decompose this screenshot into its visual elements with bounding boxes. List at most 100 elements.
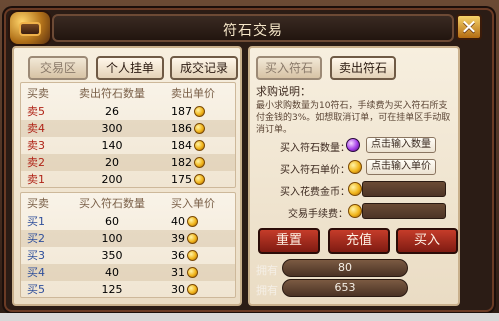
- gold-coin-icon: [348, 204, 362, 218]
- instructions-text: 最小求购数量为10符石，手续费为买入符石所支付金钱的3%。如想取消订单，可在挂单…: [256, 101, 451, 135]
- table-row[interactable]: 卖1 200 175: [21, 171, 235, 187]
- row-side: 买2: [27, 232, 45, 245]
- header-side: 买卖: [27, 87, 49, 100]
- fee-field: [362, 203, 446, 219]
- buy-qty-input-button[interactable]: 点击输入数量: [366, 137, 436, 153]
- buy-button[interactable]: 买入: [396, 228, 458, 254]
- row-qty: 140: [101, 139, 123, 152]
- row-price: 36: [171, 247, 221, 264]
- tab-personal-orders[interactable]: 个人挂单: [96, 56, 164, 80]
- table-row[interactable]: 卖3 140 184: [21, 137, 235, 154]
- header-price: 卖出单价: [171, 87, 215, 100]
- gold-coin-icon: [187, 284, 198, 295]
- row-side: 买5: [27, 283, 45, 296]
- cost-field: [362, 181, 446, 197]
- close-icon: ✕: [460, 15, 478, 39]
- gold-coin-icon: [194, 106, 205, 117]
- row-qty: 60: [105, 215, 119, 228]
- owned-runestones-value: 80: [338, 261, 352, 274]
- buy-qty-label: 买入符石数量：: [280, 143, 350, 154]
- price-value: 31: [171, 266, 185, 279]
- price-value: 36: [171, 249, 185, 262]
- row-price: 187: [171, 103, 221, 120]
- row-side: 卖3: [27, 139, 45, 152]
- row-qty: 200: [101, 173, 123, 186]
- price-value: 30: [171, 283, 185, 296]
- treasure-chest-icon: [8, 10, 52, 46]
- price-value: 40: [171, 215, 185, 228]
- row-qty: 40: [105, 266, 119, 279]
- price-value: 184: [171, 139, 192, 152]
- row-side: 卖1: [27, 173, 45, 186]
- owned-runestones-bar: 80: [282, 259, 408, 277]
- row-qty: 350: [101, 249, 123, 262]
- status-strip: [0, 313, 499, 321]
- fee-label: 交易手续费：: [288, 209, 348, 220]
- row-price: 40: [171, 213, 221, 230]
- row-price: 186: [171, 120, 221, 137]
- row-price: 39: [171, 230, 221, 247]
- instructions-title: 求购说明：: [256, 85, 311, 98]
- owned-gold-bar: 653: [282, 279, 408, 297]
- header-price: 买入单价: [171, 197, 215, 210]
- gold-coin-icon: [348, 182, 362, 196]
- row-side: 卖4: [27, 122, 45, 135]
- row-price: 175: [171, 171, 221, 187]
- tab-trade-history[interactable]: 成交记录: [170, 56, 238, 80]
- table-row[interactable]: 买2 100 39: [21, 230, 235, 247]
- gold-coin-icon: [187, 267, 198, 278]
- own-label: 拥有: [256, 284, 278, 297]
- header-qty: 买入符石数量: [79, 197, 145, 210]
- row-qty: 100: [101, 232, 123, 245]
- title-bar: 符石交易: [52, 14, 454, 42]
- row-side: 卖5: [27, 105, 45, 118]
- owned-gold-value: 653: [334, 281, 356, 294]
- row-side: 买4: [27, 266, 45, 279]
- table-row[interactable]: 卖4 300 186: [21, 120, 235, 137]
- row-side: 卖2: [27, 156, 45, 169]
- gold-coin-icon: [348, 160, 362, 174]
- purchase-instructions: 求购说明： 最小求购数量为10符石，手续费为买入符石所支付金钱的3%。如想取消订…: [256, 86, 452, 136]
- header-side: 买卖: [27, 197, 49, 210]
- table-row[interactable]: 买5 125 30: [21, 281, 235, 297]
- price-value: 175: [171, 173, 192, 186]
- table-row[interactable]: 卖2 20 182: [21, 154, 235, 171]
- header-qty: 卖出符石数量: [79, 87, 145, 100]
- table-row[interactable]: 卖5 26 187: [21, 103, 235, 120]
- table-header: 买卖 买入符石数量 买入单价: [21, 195, 235, 212]
- row-qty: 300: [101, 122, 123, 135]
- buy-price-input-button[interactable]: 点击输入单价: [366, 159, 436, 175]
- price-value: 187: [171, 105, 192, 118]
- table-row[interactable]: 买4 40 31: [21, 264, 235, 281]
- recharge-button[interactable]: 充值: [328, 228, 390, 254]
- gold-coin-icon: [194, 174, 205, 185]
- price-value: 182: [171, 156, 192, 169]
- close-button[interactable]: ✕: [456, 14, 482, 40]
- gold-coin-icon: [187, 216, 198, 227]
- row-side: 买1: [27, 215, 45, 228]
- gold-coin-icon: [187, 233, 198, 244]
- sell-orders-table: 买卖 卖出符石数量 卖出单价 卖5 26 187 卖4 300 186 卖3 1…: [20, 82, 236, 188]
- reset-button[interactable]: 重置: [258, 228, 320, 254]
- own-label: 拥有: [256, 264, 278, 277]
- table-header: 买卖 卖出符石数量 卖出单价: [21, 85, 235, 102]
- gold-coin-icon: [194, 123, 205, 134]
- row-price: 182: [171, 154, 221, 171]
- row-qty: 26: [105, 105, 119, 118]
- tab-trade-zone[interactable]: 交易区: [28, 56, 88, 80]
- gold-coin-icon: [194, 140, 205, 151]
- window-title: 符石交易: [223, 23, 283, 39]
- tab-buy-runestone[interactable]: 买入符石: [256, 56, 322, 80]
- price-value: 39: [171, 232, 185, 245]
- tab-sell-runestone[interactable]: 卖出符石: [330, 56, 396, 80]
- row-price: 31: [171, 264, 221, 281]
- buy-orders-table: 买卖 买入符石数量 买入单价 买1 60 40 买2 100 39 买3 350…: [20, 192, 236, 298]
- cost-label: 买入花费金币：: [280, 187, 350, 198]
- table-row[interactable]: 买3 350 36: [21, 247, 235, 264]
- table-row[interactable]: 买1 60 40: [21, 213, 235, 230]
- buy-price-label: 买入符石单价：: [280, 165, 350, 176]
- purple-gem-icon: [346, 138, 360, 152]
- gold-coin-icon: [187, 250, 198, 261]
- row-qty: 20: [105, 156, 119, 169]
- row-price: 184: [171, 137, 221, 154]
